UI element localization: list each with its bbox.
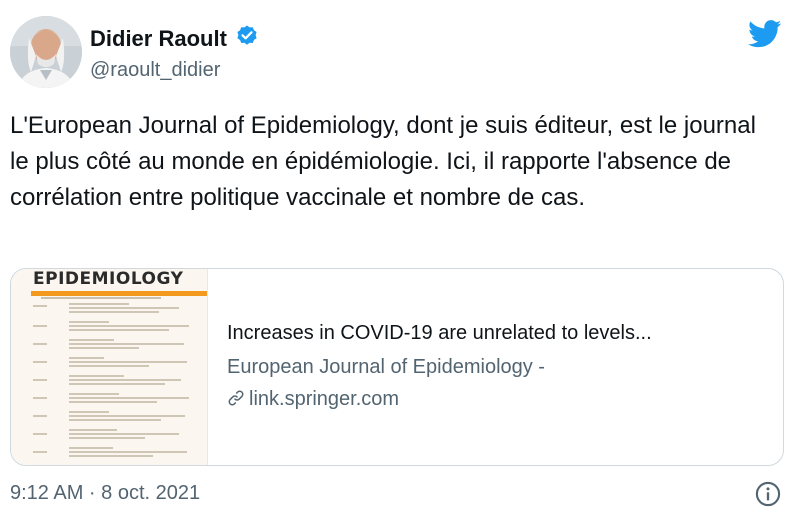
link-icon	[227, 388, 249, 410]
tweet-header: Didier Raoult @raoult_didier	[10, 12, 784, 92]
thumbnail-page-lines	[33, 303, 189, 457]
tweet-footer: 9:12 AM · 8 oct. 2021	[10, 480, 784, 510]
verified-badge-icon	[235, 24, 259, 53]
card-domain-text: link.springer.com	[249, 388, 400, 410]
tweet-timestamp[interactable]: 9:12 AM · 8 oct. 2021	[10, 482, 200, 505]
user-handle[interactable]: @raoult_didier	[90, 59, 259, 82]
card-domain: link.springer.com	[227, 385, 652, 413]
avatar-image	[10, 16, 82, 88]
card-source: European Journal of Epidemiology -	[227, 356, 545, 378]
tweet-text: L'European Journal of Epidemiology, dont…	[10, 112, 756, 211]
twitter-bird-icon[interactable]	[748, 20, 782, 53]
link-preview-card[interactable]: EPIDEMIOLOGY Increases in COVID-19 are u…	[10, 268, 784, 466]
avatar[interactable]	[10, 16, 82, 88]
display-name[interactable]: Didier Raoult	[90, 26, 227, 52]
card-thumbnail: EPIDEMIOLOGY	[11, 269, 208, 465]
info-icon[interactable]	[754, 480, 782, 513]
card-title: Increases in COVID-19 are unrelated to l…	[227, 322, 652, 344]
